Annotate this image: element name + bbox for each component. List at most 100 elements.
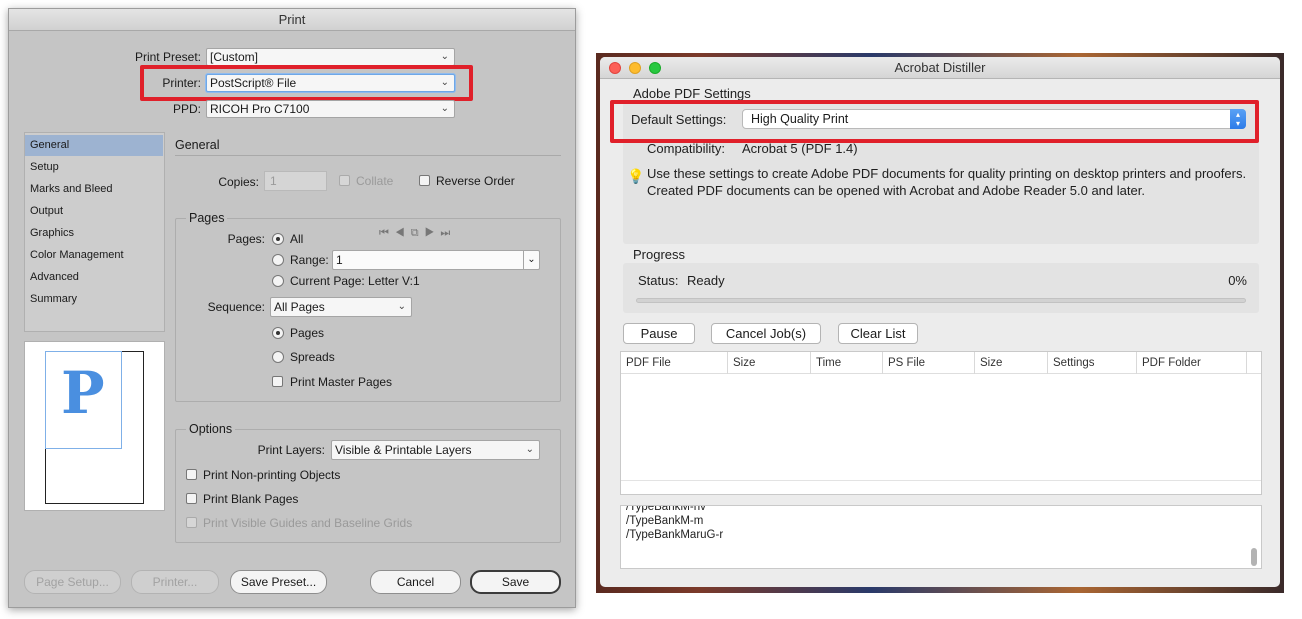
chevron-down-icon: ⌄ bbox=[440, 103, 449, 114]
sidebar-item-setup[interactable]: Setup bbox=[25, 157, 163, 178]
preview-letter: P bbox=[61, 359, 105, 427]
page-preview: P bbox=[24, 341, 165, 511]
print-layers-label: Print Layers: bbox=[257, 443, 325, 457]
print-dialog: Print Print Preset: [Custom] ⌄ Printer: … bbox=[8, 8, 576, 608]
ppd-select[interactable]: RICOH Pro C7100 ⌄ bbox=[206, 100, 455, 118]
collate-checkbox[interactable] bbox=[339, 175, 350, 186]
printer-select[interactable]: PostScript® File ⌄ bbox=[206, 74, 455, 92]
table-bottom-line bbox=[621, 480, 1261, 481]
print-preset-select[interactable]: [Custom] ⌄ bbox=[206, 48, 455, 66]
distiller-title: Acrobat Distiller bbox=[894, 60, 986, 75]
page-navigation-icons[interactable]: ⏮◀⧉▶⏭ bbox=[379, 227, 456, 240]
log-line: /TypeBankM-m bbox=[626, 515, 704, 527]
chevron-down-icon: ⌄ bbox=[440, 51, 449, 62]
column-header-pdf-file[interactable]: PDF File bbox=[621, 352, 728, 374]
sidebar-item-general[interactable]: General bbox=[25, 135, 163, 156]
range-value: 1 bbox=[336, 253, 343, 267]
sequence-pages-radio[interactable] bbox=[272, 327, 284, 339]
printer-value: PostScript® File bbox=[210, 76, 297, 90]
column-header-pdf-folder[interactable]: PDF Folder bbox=[1137, 352, 1247, 374]
distiller-window: Acrobat Distiller Adobe PDF Settings Def… bbox=[600, 57, 1280, 587]
ppd-value: RICOH Pro C7100 bbox=[210, 102, 310, 116]
default-settings-popup[interactable]: High Quality Print ▴ ▾ bbox=[742, 109, 1246, 129]
default-settings-label: Default Settings: bbox=[631, 112, 727, 127]
cancel-button[interactable]: Cancel bbox=[370, 570, 461, 594]
print-blank-pages-label: Print Blank Pages bbox=[203, 492, 299, 506]
print-dialog-title: Print bbox=[9, 9, 575, 31]
print-guides-checkbox[interactable] bbox=[186, 517, 197, 528]
log-line: /TypeBankM-hv bbox=[626, 505, 706, 513]
progress-section bbox=[623, 263, 1259, 313]
sequence-spreads-radio[interactable] bbox=[272, 351, 284, 363]
print-sidebar: General Setup Marks and Bleed Output Gra… bbox=[24, 132, 165, 332]
sequence-spreads-label: Spreads bbox=[290, 350, 335, 364]
print-master-pages-checkbox[interactable] bbox=[272, 376, 283, 387]
print-non-printing-checkbox[interactable] bbox=[186, 469, 197, 480]
compatibility-label: Compatibility: bbox=[647, 141, 726, 156]
print-layers-value: Visible & Printable Layers bbox=[335, 443, 472, 457]
pages-range-radio[interactable] bbox=[272, 254, 284, 266]
pages-label: Pages: bbox=[227, 232, 265, 246]
collate-label: Collate bbox=[356, 174, 394, 188]
printer-button[interactable]: Printer... bbox=[131, 570, 219, 594]
chevron-down-icon: ⌄ bbox=[525, 444, 534, 455]
save-preset-button[interactable]: Save Preset... bbox=[230, 570, 327, 594]
sidebar-item-summary[interactable]: Summary bbox=[25, 289, 163, 310]
close-window-icon[interactable] bbox=[609, 62, 621, 74]
ppd-label: PPD: bbox=[172, 102, 201, 116]
sidebar-item-graphics[interactable]: Graphics bbox=[25, 223, 163, 244]
sidebar-item-marks-and-bleed[interactable]: Marks and Bleed bbox=[25, 179, 163, 200]
cancel-jobs-button[interactable]: Cancel Job(s) bbox=[711, 323, 821, 344]
page-setup-button[interactable]: Page Setup... bbox=[24, 570, 121, 594]
log-scrollbar-thumb[interactable] bbox=[1251, 548, 1257, 566]
general-divider bbox=[175, 155, 561, 156]
column-header-ps-file[interactable]: PS File bbox=[883, 352, 975, 374]
reverse-order-checkbox[interactable] bbox=[419, 175, 430, 186]
column-header-size-2[interactable]: Size bbox=[975, 352, 1048, 374]
progress-bar bbox=[636, 298, 1246, 303]
sequence-select[interactable]: All Pages ⌄ bbox=[270, 297, 412, 317]
pages-range-label: Range: bbox=[290, 253, 329, 267]
chevron-down-icon: ⌄ bbox=[397, 301, 406, 312]
general-heading: General bbox=[175, 138, 220, 152]
current-page-label: Current Page: Letter V:1 bbox=[290, 274, 420, 288]
settings-description: Use these settings to create Adobe PDF d… bbox=[647, 166, 1247, 198]
distiller-titlebar: Acrobat Distiller bbox=[600, 57, 1280, 79]
pages-all-label: All bbox=[290, 232, 304, 246]
popup-stepper-icon: ▴ ▾ bbox=[1230, 109, 1246, 129]
zoom-window-icon[interactable] bbox=[649, 62, 661, 74]
column-header-time[interactable]: Time bbox=[811, 352, 883, 374]
print-layers-select[interactable]: Visible & Printable Layers ⌄ bbox=[331, 440, 540, 460]
job-table: PDF File Size Time PS File Size Settings… bbox=[620, 351, 1262, 495]
copies-label: Copies: bbox=[218, 175, 259, 189]
column-header-size[interactable]: Size bbox=[728, 352, 811, 374]
sidebar-item-output[interactable]: Output bbox=[25, 201, 163, 222]
print-preset-value: [Custom] bbox=[210, 50, 259, 64]
reverse-order-label: Reverse Order bbox=[436, 174, 515, 188]
save-button[interactable]: Save bbox=[470, 570, 561, 594]
chevron-down-icon: ⌄ bbox=[440, 77, 449, 88]
print-guides-label: Print Visible Guides and Baseline Grids bbox=[203, 516, 413, 530]
print-non-printing-label: Print Non-printing Objects bbox=[203, 468, 341, 482]
minimize-window-icon[interactable] bbox=[629, 62, 641, 74]
progress-heading: Progress bbox=[633, 247, 686, 262]
job-table-header: PDF File Size Time PS File Size Settings… bbox=[621, 352, 1261, 374]
log-line: /TypeBankMaruG-r bbox=[626, 529, 724, 541]
pdf-settings-heading: Adobe PDF Settings bbox=[633, 86, 751, 101]
status-value: Ready bbox=[687, 273, 725, 288]
range-combo[interactable]: 1 ⌄ bbox=[332, 250, 540, 270]
log-area[interactable]: /TypeBankM-hv /TypeBankM-m /TypeBankMaru… bbox=[620, 505, 1262, 569]
clear-list-button[interactable]: Clear List bbox=[838, 323, 918, 344]
sequence-value: All Pages bbox=[274, 300, 325, 314]
pages-all-radio[interactable] bbox=[272, 233, 284, 245]
progress-percent: 0% bbox=[1228, 273, 1247, 288]
column-header-settings[interactable]: Settings bbox=[1048, 352, 1137, 374]
pages-current-radio[interactable] bbox=[272, 275, 284, 287]
copies-input[interactable]: 1 bbox=[264, 171, 327, 191]
print-blank-pages-checkbox[interactable] bbox=[186, 493, 197, 504]
sidebar-item-color-management[interactable]: Color Management bbox=[25, 245, 163, 266]
printer-label: Printer: bbox=[162, 76, 201, 90]
options-group-title: Options bbox=[186, 422, 236, 436]
sidebar-item-advanced[interactable]: Advanced bbox=[25, 267, 163, 288]
pause-button[interactable]: Pause bbox=[623, 323, 695, 344]
